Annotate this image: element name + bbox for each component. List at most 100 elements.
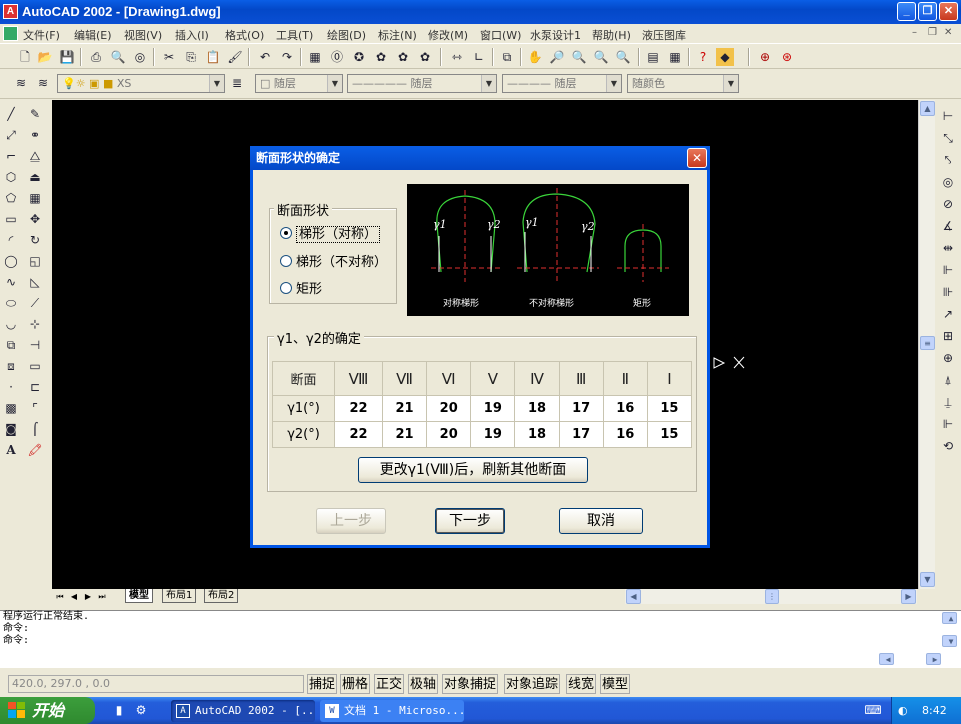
break-icon[interactable]: ▭ [26,357,44,375]
lineweight-toggle[interactable]: 线宽 [566,674,597,694]
design-center-icon[interactable]: ▦ [666,48,684,66]
menu-view[interactable]: 视图(V) [124,27,162,43]
gear-target-icon[interactable]: ⊛ [778,48,796,66]
gamma1-cell[interactable]: 20 [426,395,472,422]
break-at-point-icon[interactable]: ⊏ [26,378,44,396]
zoom-realtime-icon[interactable]: 🔎 [548,48,566,66]
next-tab-icon[interactable]: ▶ [82,590,94,603]
open-icon[interactable]: 📂 [36,48,54,66]
save-icon[interactable]: 💾 [58,48,76,66]
taskbar-item-word[interactable]: W 文档 1 - Microso... [320,700,464,722]
tab-layout1[interactable]: 布局1 [162,589,197,603]
quicklaunch-media-icon[interactable]: ⚙ [132,701,150,719]
trim-icon[interactable]: ⊹ [26,315,44,333]
zoom-window-icon[interactable]: 🔍 [570,48,588,66]
gamma1-cell[interactable]: 16 [602,395,648,422]
menu-dimension[interactable]: 标注(N) [378,27,417,43]
first-tab-icon[interactable]: ⏮ [54,590,66,603]
fillet-icon[interactable]: ⌠ [26,420,44,438]
redo-icon[interactable]: ↷ [278,48,296,66]
polyline-icon[interactable]: ⌐ [2,147,20,165]
offset-icon[interactable]: ⏏ [26,168,44,186]
menu-window[interactable]: 窗口(W) [480,27,521,43]
array-icon[interactable]: ▦ [26,189,44,207]
scroll-up-icon[interactable]: ▲ [920,101,935,116]
snap-from-icon[interactable]: ⓪ [328,48,346,66]
horizontal-scrollbar[interactable]: ◀ ⋮ ▶ [625,589,917,604]
polar-toggle[interactable]: 极轴 [408,674,439,694]
scale-icon[interactable]: ◱ [26,252,44,270]
gamma1-cell[interactable]: 22 [334,395,383,422]
cut-icon[interactable]: ✂ [160,48,178,66]
vertical-scrollbar[interactable]: ▲ ≡ ▼ [918,100,935,589]
ucs-world-icon[interactable]: ∟ [470,48,488,66]
ellipse-arc-icon[interactable]: ◡ [2,315,20,333]
radio-asymmetric-trapezoid[interactable]: 梯形（不对称） [280,251,387,270]
extend-icon[interactable]: ⊣ [26,336,44,354]
radius-dim-icon[interactable]: ◎ [939,173,957,191]
menu-modify[interactable]: 修改(M) [428,27,468,43]
target-icon[interactable]: ⊕ [756,48,774,66]
copy-object-icon[interactable]: ⚭ [26,126,44,144]
layer-manager-icon[interactable]: ≋ [12,74,30,92]
gamma2-cell[interactable]: 22 [334,421,383,448]
menu-tools[interactable]: 工具(T) [276,27,313,43]
otrack-toggle[interactable]: 对象追踪 [504,674,561,694]
command-window[interactable]: 程序运行正常结束. 命令: 命令: ▲ ▼ ◀ ▶ [0,610,961,668]
mdi-restore-button[interactable]: ❐ [928,27,937,38]
plugin-icon[interactable]: ◆ [716,48,734,66]
chevron-down-icon[interactable]: ▼ [481,75,496,92]
lineweight-combo[interactable]: ———— 随层 ▼ [502,74,622,93]
color-combo[interactable]: □ 随层 ▼ [255,74,343,93]
arc-icon[interactable]: ◜ [2,231,20,249]
menu-help[interactable]: 帮助(H) [592,27,631,43]
dialog-close-icon[interactable]: ✕ [687,148,707,168]
maximize-button[interactable]: ❐ [918,2,937,21]
gamma2-cell[interactable]: 18 [514,421,560,448]
coordinates-display[interactable]: 420.0, 297.0 , 0.0 [8,675,304,693]
make-block-icon[interactable]: ⧈ [2,357,20,375]
redraw-icon[interactable]: ⧉ [498,48,516,66]
quicklaunch-desktop-icon[interactable]: ▮ [110,701,128,719]
clock[interactable]: 8:42 [922,697,947,724]
refresh-sections-button[interactable]: 更改γ1(Ⅷ)后，刷新其他断面 [358,457,588,483]
network-icon[interactable]: ◐ [898,697,908,724]
polygon-icon[interactable]: ⬡ [2,168,20,186]
dialog-title-bar[interactable]: 断面形状的确定 ✕ [250,146,710,170]
aligned-dim-icon[interactable]: ⤡ [939,129,957,147]
dim-update-icon[interactable]: ⊩ [939,415,957,433]
mirror-icon[interactable]: ⧋ [26,147,44,165]
cmd-scroll-down-icon[interactable]: ▼ [942,635,957,647]
hyperlink-icon[interactable]: ▦ [306,48,324,66]
taskbar-item-autocad[interactable]: A AutoCAD 2002 - [... [171,700,315,722]
layer-previous-icon[interactable]: ≋ [34,74,52,92]
rectangle-icon[interactable]: ▭ [2,210,20,228]
quick-dim-icon[interactable]: ⇹ [939,239,957,257]
publish-icon[interactable]: ◎ [131,48,149,66]
gamma1-cell[interactable]: 19 [470,395,516,422]
linear-dim-icon[interactable]: ⊢ [939,107,957,125]
gamma2-cell[interactable]: 16 [602,421,648,448]
construction-line-icon[interactable]: ⤢ [2,126,20,144]
rotate-icon[interactable]: ↻ [26,231,44,249]
gamma1-cell[interactable]: 21 [381,395,428,422]
center-mark-icon[interactable]: ⊕ [939,349,957,367]
close-button[interactable]: ✕ [939,2,958,21]
scroll-left-icon[interactable]: ◀ [626,589,641,604]
next-step-button[interactable]: 下一步 [435,508,505,534]
erase-icon[interactable]: ✎ [26,105,44,123]
cmd-scroll-up-icon[interactable]: ▲ [942,612,957,624]
menu-edit[interactable]: 编辑(E) [74,27,112,43]
diameter-dim-icon[interactable]: ⊘ [939,195,957,213]
menu-draw[interactable]: 绘图(D) [327,27,366,43]
point-icon[interactable]: · [2,378,20,396]
snap-toggle[interactable]: 捕捉 [307,674,338,694]
autocad-app-icon[interactable]: A [3,4,18,19]
minimize-button[interactable]: _ [897,2,916,21]
gamma1-cell[interactable]: 18 [514,395,560,422]
scroll-down-icon[interactable]: ▼ [920,572,935,587]
mdi-close-button[interactable]: ✕ [944,27,952,38]
dim-edit-icon[interactable]: ⍋ [939,371,957,389]
gamma1-cell[interactable]: 17 [558,395,604,422]
menu-format[interactable]: 格式(O) [225,27,264,43]
